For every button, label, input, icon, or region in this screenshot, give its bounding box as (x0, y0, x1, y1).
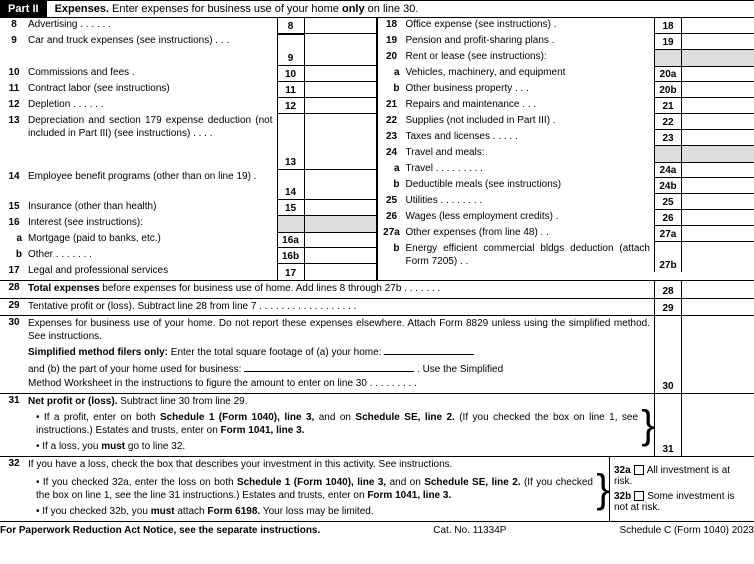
line-24b: b Deductible meals (see instructions) 24… (378, 178, 754, 194)
amount-25[interactable] (682, 194, 754, 210)
line-28: 28 Total expenses before expenses for bu… (0, 281, 754, 299)
sqft-business-input[interactable] (244, 362, 414, 372)
line-29: 29 Tentative profit or (loss). Subtract … (0, 299, 754, 317)
amount-19[interactable] (682, 34, 754, 50)
amount-9[interactable] (305, 34, 377, 66)
amount-26[interactable] (682, 210, 754, 226)
box-9: 9 (277, 34, 305, 66)
amount-28[interactable] (682, 281, 754, 298)
line-9: 9 Car and truck expenses (see instructio… (0, 34, 377, 66)
line-23: 23 Taxes and licenses . . . . . 23 (378, 130, 754, 146)
amount-27a[interactable] (682, 226, 754, 242)
footer: For Paperwork Reduction Act Notice, see … (0, 521, 754, 536)
line-13: 13 Depreciation and section 179 expense … (0, 114, 377, 170)
line-20: 20 Rent or lease (see instructions): (378, 50, 754, 66)
amount-12[interactable] (305, 98, 377, 114)
line-20a: a Vehicles, machinery, and equipment 20a (378, 66, 754, 82)
line-25: 25 Utilities . . . . . . . . 25 (378, 194, 754, 210)
line-16: 16 Interest (see instructions): (0, 216, 377, 232)
amount-31[interactable] (682, 394, 754, 456)
line-21: 21 Repairs and maintenance . . . 21 (378, 98, 754, 114)
amount-15[interactable] (305, 200, 377, 216)
line-19: 19 Pension and profit-sharing plans . 19 (378, 34, 754, 50)
brace-icon: } (642, 394, 654, 456)
expense-grid: 8 Advertising . . . . . . 8 9 Car and tr… (0, 18, 754, 281)
checkbox-32b[interactable] (634, 491, 644, 501)
amount-23[interactable] (682, 130, 754, 146)
amount-17[interactable] (305, 264, 377, 280)
amount-24b[interactable] (682, 178, 754, 194)
footer-left: For Paperwork Reduction Act Notice, see … (0, 525, 320, 536)
line-30: 30 Expenses for business use of your hom… (0, 316, 754, 394)
amount-20b[interactable] (682, 82, 754, 98)
right-column: 18 Office expense (see instructions) . 1… (378, 18, 754, 280)
line-27b: b Energy efficient commercial bldgs dedu… (378, 242, 754, 272)
amount-16b[interactable] (305, 248, 377, 264)
part-header: Part II Expenses. Enter expenses for bus… (0, 0, 754, 18)
footer-right: Schedule C (Form 1040) 2023 (619, 525, 754, 536)
line-26: 26 Wages (less employment credits) . 26 (378, 210, 754, 226)
part-title: Expenses. Enter expenses for business us… (47, 3, 419, 15)
line-8: 8 Advertising . . . . . . 8 (0, 18, 377, 34)
sqft-home-input[interactable] (384, 345, 474, 355)
amount-21[interactable] (682, 98, 754, 114)
line-12: 12 Depletion . . . . . . 12 (0, 98, 377, 114)
line-15: 15 Insurance (other than health) 15 (0, 200, 377, 216)
left-column: 8 Advertising . . . . . . 8 9 Car and tr… (0, 18, 378, 280)
brace-icon: } (597, 457, 609, 521)
amount-8[interactable] (305, 18, 377, 34)
line-32-checkboxes: 32aAll investment is at risk. 32bSome in… (609, 457, 754, 521)
amount-18[interactable] (682, 18, 754, 34)
line-10: 10 Commissions and fees . 10 (0, 66, 377, 82)
line-14: 14 Employee benefit programs (other than… (0, 170, 377, 200)
line-31: 31 Net profit or (loss). Subtract line 3… (0, 394, 754, 457)
checkbox-32a[interactable] (634, 465, 644, 475)
part-tag: Part II (0, 1, 47, 17)
line-11: 11 Contract labor (see instructions) 11 (0, 82, 377, 98)
amount-27b[interactable] (682, 242, 754, 272)
line-24a: a Travel . . . . . . . . . 24a (378, 162, 754, 178)
amount-30[interactable] (682, 316, 754, 393)
line-27a: 27a Other expenses (from line 48) . . 27… (378, 226, 754, 242)
amount-10[interactable] (305, 66, 377, 82)
amount-20a[interactable] (682, 66, 754, 82)
line-16a: a Mortgage (paid to banks, etc.) 16a (0, 232, 377, 248)
line-22: 22 Supplies (not included in Part III) .… (378, 114, 754, 130)
line-16b: b Other . . . . . . . 16b (0, 248, 377, 264)
amount-24a[interactable] (682, 162, 754, 178)
amount-29[interactable] (682, 299, 754, 316)
line-18: 18 Office expense (see instructions) . 1… (378, 18, 754, 34)
amount-22[interactable] (682, 114, 754, 130)
line-24: 24 Travel and meals: (378, 146, 754, 162)
amount-13[interactable] (305, 114, 377, 170)
footer-center: Cat. No. 11334P (433, 525, 506, 536)
line-17: 17 Legal and professional services 17 (0, 264, 377, 280)
line-32: 32 If you have a loss, check the box tha… (0, 457, 754, 521)
amount-16a[interactable] (305, 232, 377, 248)
line-20b: b Other business property . . . 20b (378, 82, 754, 98)
amount-14[interactable] (305, 170, 377, 200)
amount-11[interactable] (305, 82, 377, 98)
